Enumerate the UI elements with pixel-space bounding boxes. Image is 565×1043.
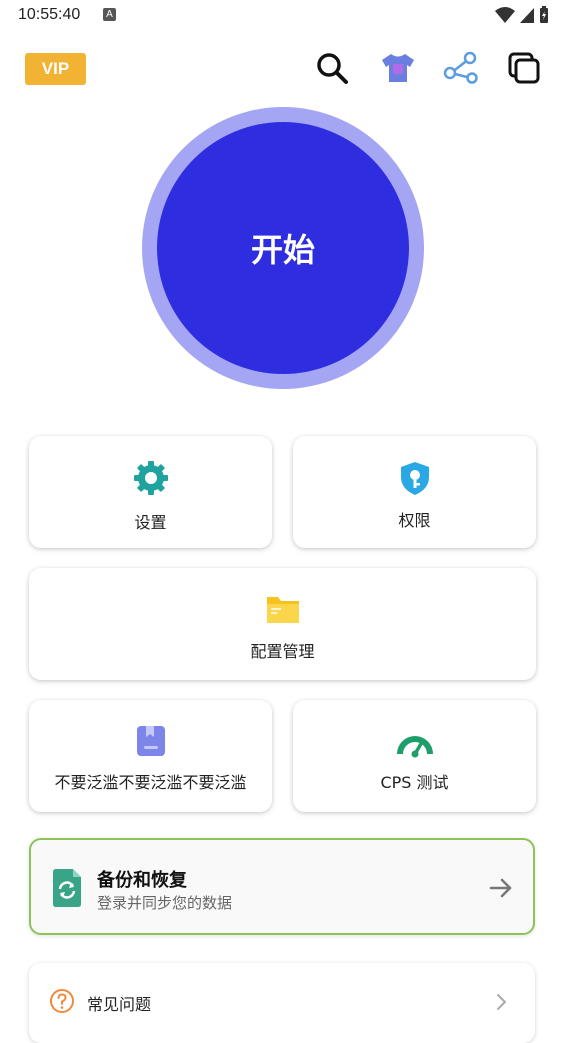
backup-title: 备份和恢复 bbox=[97, 870, 187, 891]
folder-icon bbox=[266, 597, 299, 623]
battery-icon bbox=[540, 6, 548, 23]
signal-icon bbox=[520, 8, 534, 23]
search-icon bbox=[317, 53, 348, 84]
multi-window-button[interactable] bbox=[506, 50, 542, 86]
permissions-card[interactable]: 权限 bbox=[293, 436, 536, 548]
settings-card[interactable]: 设置 bbox=[29, 436, 272, 548]
backup-restore-card[interactable]: 备份和恢复 登录并同步您的数据 bbox=[29, 838, 535, 935]
backup-sync-icon bbox=[53, 869, 81, 907]
arrow-right-icon bbox=[489, 878, 512, 898]
wifi-icon bbox=[495, 7, 515, 23]
status-bar: 10:55:40 A bbox=[0, 0, 565, 30]
config-label: 配置管理 bbox=[250, 642, 315, 661]
question-circle-icon bbox=[50, 989, 74, 1013]
backup-subtitle: 登录并同步您的数据 bbox=[97, 894, 233, 912]
cps-test-label: CPS 测试 bbox=[380, 773, 449, 792]
settings-label: 设置 bbox=[134, 513, 167, 532]
anti-abuse-card[interactable]: 不要泛滥不要泛滥不要泛滥 bbox=[29, 700, 272, 812]
start-button[interactable]: 开始 bbox=[157, 122, 409, 374]
cps-test-card[interactable]: CPS 测试 bbox=[293, 700, 536, 812]
permissions-label: 权限 bbox=[398, 511, 431, 530]
speedometer-icon bbox=[396, 736, 433, 758]
share-icon bbox=[443, 51, 478, 84]
faq-card[interactable]: 常见问题 bbox=[29, 963, 535, 1043]
status-icons bbox=[495, 5, 549, 25]
bookmark-book-icon bbox=[136, 726, 165, 756]
config-card[interactable]: 配置管理 bbox=[29, 568, 536, 680]
gear-icon bbox=[133, 461, 168, 495]
status-time: 10:55:40 bbox=[18, 6, 81, 23]
theme-button[interactable] bbox=[380, 50, 416, 86]
theme-shirt-icon bbox=[382, 54, 414, 82]
notification-a-icon: A bbox=[103, 8, 116, 21]
vip-badge[interactable]: VIP bbox=[25, 53, 86, 85]
copy-windows-icon bbox=[508, 52, 540, 84]
chevron-right-icon bbox=[497, 994, 507, 1010]
search-button[interactable] bbox=[314, 50, 350, 86]
share-button[interactable] bbox=[443, 50, 479, 86]
shield-key-icon bbox=[400, 462, 429, 495]
faq-label: 常见问题 bbox=[87, 995, 152, 1014]
anti-abuse-label: 不要泛滥不要泛滥不要泛滥 bbox=[54, 773, 247, 792]
